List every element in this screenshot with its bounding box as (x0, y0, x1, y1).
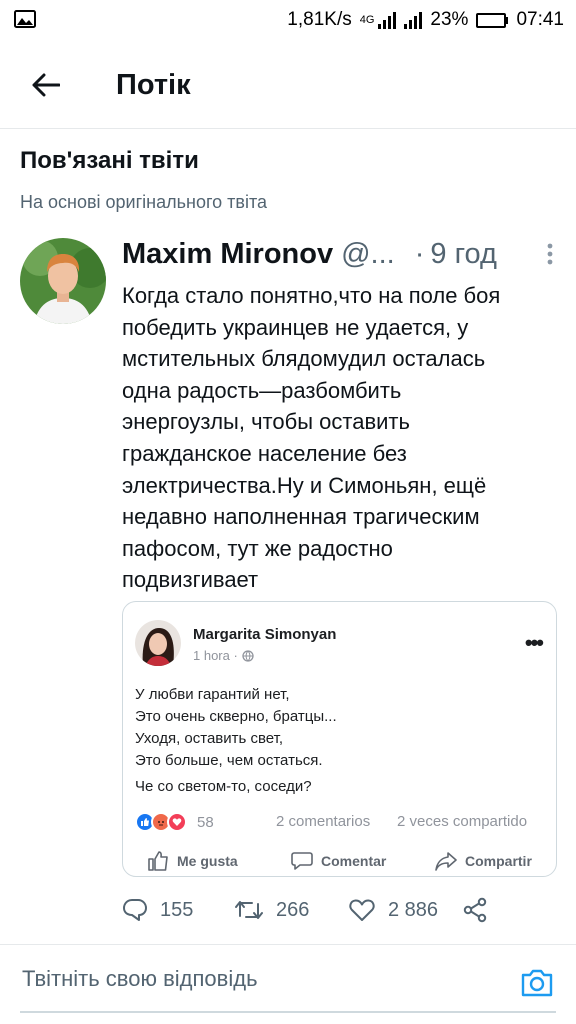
more-horizontal-icon: ••• (524, 630, 544, 655)
network-type: 4G (359, 14, 375, 26)
divider (0, 944, 576, 945)
reactions-count: 58 (197, 813, 214, 831)
engagement-bar: 155 266 2 886 (122, 892, 562, 928)
media-time: 1 hora · (193, 648, 238, 663)
tweet-text: Когда стало понятно,что на поле боя побе… (122, 283, 501, 593)
clock: 07:41 (516, 9, 564, 30)
tweet-media-image[interactable]: Margarita Simonyan 1 hora · ••• У любви … (122, 601, 557, 877)
camera-icon (521, 969, 553, 997)
media-post-question: Че со светом-то, соседи? (135, 778, 312, 795)
media-avatar (135, 620, 181, 666)
retweet-button[interactable]: 266 (234, 892, 309, 928)
media-share-action: Compartir (435, 851, 532, 871)
reply-underline (20, 1011, 556, 1013)
media-reactions: 58 (135, 810, 214, 834)
signal-icon (378, 11, 397, 29)
media-action-bar: Me gusta Comentar Compartir (123, 846, 556, 876)
back-button[interactable] (16, 55, 76, 115)
reply-input[interactable] (22, 966, 502, 992)
media-share-label: Compartir (465, 853, 532, 869)
reply-count: 155 (160, 898, 194, 921)
reply-icon (123, 899, 147, 921)
media-comment-label: Comentar (321, 853, 387, 869)
signal-icon (404, 11, 423, 29)
tweet-header: Maxim Mironov @... · 9 год (122, 234, 562, 274)
media-comments-count: 2 comentarios (276, 813, 371, 830)
author-name[interactable]: Maxim Mironov (122, 238, 333, 271)
media-shares-count: 2 veces compartido (397, 813, 528, 830)
author-handle[interactable]: @... (341, 238, 395, 271)
love-reaction-icon (167, 812, 187, 832)
battery-icon (476, 12, 509, 28)
divider (0, 128, 576, 129)
share-button[interactable] (462, 892, 488, 928)
media-post-text: У любви гарантий нет, Это очень скверно,… (135, 686, 337, 769)
section-title: Пов'язані твіти (20, 147, 199, 174)
media-comment-action: Comentar (291, 851, 386, 871)
like-count: 2 886 (388, 898, 439, 921)
reply-composer (0, 952, 576, 1016)
like-button[interactable]: 2 886 (348, 892, 438, 928)
separator: · (414, 237, 425, 270)
comment-icon (291, 852, 313, 870)
share-icon (463, 897, 487, 923)
thumbs-up-icon (148, 851, 168, 871)
section-subtitle: На основі оригінального твіта (20, 192, 267, 212)
avatar[interactable] (20, 238, 106, 324)
camera-button[interactable] (518, 964, 556, 1002)
network-speed: 1,81K/s (287, 9, 352, 30)
page-title: Потік (116, 68, 191, 101)
tweet-time: 9 год (430, 237, 497, 270)
media-like-label: Me gusta (177, 853, 238, 869)
battery-percent: 23% (430, 9, 469, 30)
retweet-count: 266 (276, 898, 310, 921)
media-author-name: Margarita Simonyan (193, 626, 337, 643)
more-options-button[interactable] (538, 239, 562, 269)
share-arrow-icon (435, 852, 457, 871)
media-meta: 1 hora · (193, 648, 254, 663)
top-app-bar: Потік (0, 48, 576, 122)
media-like-action: Me gusta (147, 851, 238, 871)
status-bar: 1,81K/s 4G 23% 07:41 (0, 0, 576, 40)
more-vertical-icon (547, 243, 553, 265)
globe-icon (242, 649, 254, 662)
arrow-left-icon (32, 73, 60, 97)
reply-button[interactable]: 155 (122, 892, 193, 928)
heart-icon (349, 899, 375, 921)
retweet-icon (235, 901, 263, 919)
image-notification-icon (14, 10, 40, 30)
